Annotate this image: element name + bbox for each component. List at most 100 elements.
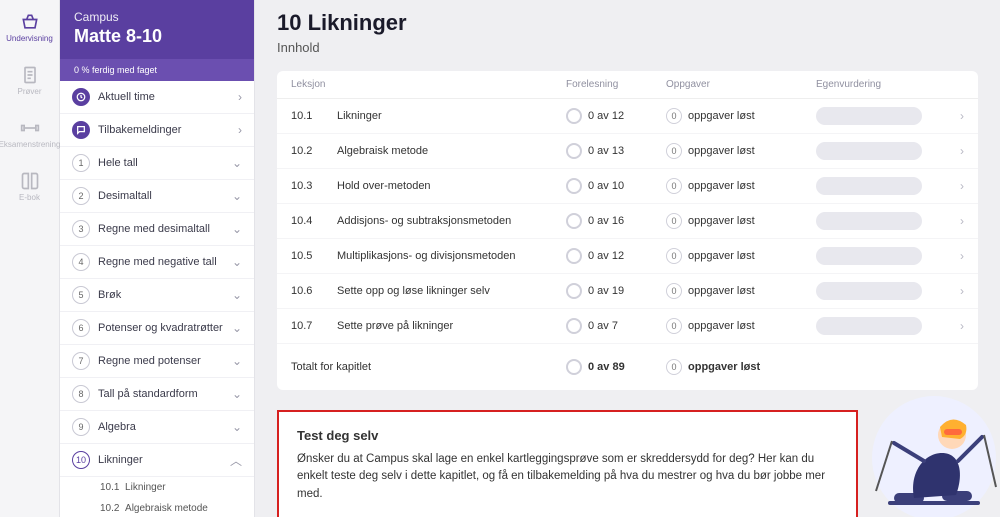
- lecture-progress: 0 av 16: [588, 215, 624, 227]
- chevron-down-icon: ⌄: [232, 189, 242, 203]
- task-count-badge: 0: [666, 318, 682, 334]
- table-row[interactable]: 10.3Hold over-metoden0 av 100oppgaver lø…: [277, 169, 978, 204]
- sidebar-chapter-1[interactable]: 1 Hele tall ⌄: [60, 147, 254, 180]
- sidebar-item-feedback[interactable]: Tilbakemeldinger ›: [60, 114, 254, 147]
- sidebar-chapter-7[interactable]: 7Regne med potenser⌄: [60, 345, 254, 378]
- chevron-right-icon: ›: [960, 144, 964, 158]
- lecture-progress: 0 av 7: [588, 320, 618, 332]
- chapter-number: 4: [72, 253, 90, 271]
- lesson-title: Likninger: [337, 110, 566, 122]
- table-row[interactable]: 10.4Addisjons- og subtraksjonsmetoden0 a…: [277, 204, 978, 239]
- sidebar-item-label: Desimaltall: [98, 190, 224, 202]
- task-status: oppgaver løst: [688, 250, 755, 262]
- sidebar-item-label: Brøk: [98, 289, 224, 301]
- chevron-down-icon: ⌄: [232, 420, 242, 434]
- sidebar-chapter-5[interactable]: 5Brøk⌄: [60, 279, 254, 312]
- chevron-up-icon: ︿: [230, 452, 242, 469]
- lesson-num: 10.7: [291, 320, 337, 332]
- task-count-badge: 0: [666, 213, 682, 229]
- sidebar-chapter-9[interactable]: 9Algebra⌄: [60, 411, 254, 444]
- lecture-progress: 0 av 12: [588, 110, 624, 122]
- testbox-heading: Test deg selv: [297, 428, 838, 443]
- left-rail: Undervisning Prøver Eksamenstrening E-bo…: [0, 0, 60, 517]
- book-icon: [20, 171, 40, 191]
- page-title: 10 Likninger: [277, 10, 978, 36]
- task-count-badge: 0: [666, 178, 682, 194]
- sidebar-sublesson[interactable]: 10.2 Algebraisk metode: [60, 498, 254, 517]
- task-count-badge: 0: [666, 248, 682, 264]
- chevron-down-icon: ⌄: [232, 222, 242, 236]
- self-eval-pill[interactable]: [816, 177, 922, 195]
- sidebar-header: Campus Matte 8-10: [60, 0, 254, 59]
- progress-ring-icon: [566, 178, 582, 194]
- table-row[interactable]: 10.6Sette opp og løse likninger selv0 av…: [277, 274, 978, 309]
- course-progress: 0 % ferdig med faget: [60, 59, 254, 81]
- chapter-number: 2: [72, 187, 90, 205]
- col-tasks: Oppgaver: [666, 79, 816, 90]
- chapter-number: 8: [72, 385, 90, 403]
- sidebar-chapter-2[interactable]: 2 Desimaltall ⌄: [60, 180, 254, 213]
- rail-ebook[interactable]: E-bok: [4, 167, 56, 206]
- lesson-title: Hold over-metoden: [337, 180, 566, 192]
- task-count-badge: 0: [666, 108, 682, 124]
- chapter-number: 3: [72, 220, 90, 238]
- task-status: oppgaver løst: [688, 285, 755, 297]
- progress-ring-icon: [566, 108, 582, 124]
- sidebar-item-label: Regne med desimaltall: [98, 223, 224, 235]
- chevron-right-icon: ›: [960, 319, 964, 333]
- col-self: Egenvurdering: [816, 79, 946, 90]
- sidebar-item-label: Tilbakemeldinger: [98, 124, 230, 136]
- lecture-progress: 0 av 12: [588, 250, 624, 262]
- table-row[interactable]: 10.2Algebraisk metode0 av 130oppgaver lø…: [277, 134, 978, 169]
- lesson-title: Sette opp og løse likninger selv: [337, 285, 566, 297]
- task-status: oppgaver løst: [688, 180, 755, 192]
- chevron-down-icon: ⌄: [232, 321, 242, 335]
- lesson-num: 10.2: [291, 145, 337, 157]
- sidebar-chapter-3[interactable]: 3 Regne med desimaltall ⌄: [60, 213, 254, 246]
- self-eval-pill[interactable]: [816, 317, 922, 335]
- clock-icon: [72, 88, 90, 106]
- chapter-number: 5: [72, 286, 90, 304]
- chevron-down-icon: ⌄: [232, 156, 242, 170]
- total-label: Totalt for kapitlet: [291, 361, 566, 373]
- total-tasks: oppgaver løst: [688, 361, 760, 373]
- sidebar-chapter-8[interactable]: 8Tall på standardform⌄: [60, 378, 254, 411]
- self-eval-pill[interactable]: [816, 107, 922, 125]
- rail-teaching[interactable]: Undervisning: [4, 8, 56, 47]
- rail-exam[interactable]: Eksamenstrening: [4, 114, 56, 153]
- table-header: Leksjon Forelesning Oppgaver Egenvurderi…: [277, 71, 978, 99]
- chapter-number: 6: [72, 319, 90, 337]
- task-status: oppgaver løst: [688, 110, 755, 122]
- sidebar-item-label: Hele tall: [98, 157, 224, 169]
- self-eval-pill[interactable]: [816, 142, 922, 160]
- progress-ring-icon: [566, 283, 582, 299]
- col-lecture: Forelesning: [566, 79, 666, 90]
- testbox-body: Ønsker du at Campus skal lage en enkel k…: [297, 451, 838, 503]
- brand-label: Campus: [74, 10, 240, 24]
- chapter-number: 9: [72, 418, 90, 436]
- lesson-title: Algebraisk metode: [337, 145, 566, 157]
- sidebar-chapter-6[interactable]: 6Potenser og kvadratrøtter⌄: [60, 312, 254, 345]
- progress-ring-icon: [566, 318, 582, 334]
- rail-tests[interactable]: Prøver: [4, 61, 56, 100]
- table-row[interactable]: 10.1Likninger0 av 120oppgaver løst›: [277, 99, 978, 134]
- table-row[interactable]: 10.7Sette prøve på likninger0 av 70oppga…: [277, 309, 978, 344]
- table-total-row: Totalt for kapitlet 0 av 89 0oppgaver lø…: [277, 344, 978, 390]
- sidebar-sublesson[interactable]: 10.1 Likninger: [60, 477, 254, 498]
- lesson-title: Sette prøve på likninger: [337, 320, 566, 332]
- page-subtitle: Innhold: [277, 40, 978, 55]
- sidebar-chapter-10[interactable]: 10Likninger︿: [60, 444, 254, 477]
- progress-ring-icon: [566, 213, 582, 229]
- chevron-right-icon: ›: [960, 284, 964, 298]
- table-row[interactable]: 10.5Multiplikasjons- og divisjonsmetoden…: [277, 239, 978, 274]
- chevron-right-icon: ›: [960, 179, 964, 193]
- sidebar-item-label: Aktuell time: [98, 91, 230, 103]
- self-eval-pill[interactable]: [816, 247, 922, 265]
- progress-ring-icon: [566, 143, 582, 159]
- sidebar-item-current-lesson[interactable]: Aktuell time ›: [60, 81, 254, 114]
- chevron-down-icon: ⌄: [232, 354, 242, 368]
- self-eval-pill[interactable]: [816, 282, 922, 300]
- self-eval-pill[interactable]: [816, 212, 922, 230]
- chapter-number: 1: [72, 154, 90, 172]
- sidebar-chapter-4[interactable]: 4Regne med negative tall⌄: [60, 246, 254, 279]
